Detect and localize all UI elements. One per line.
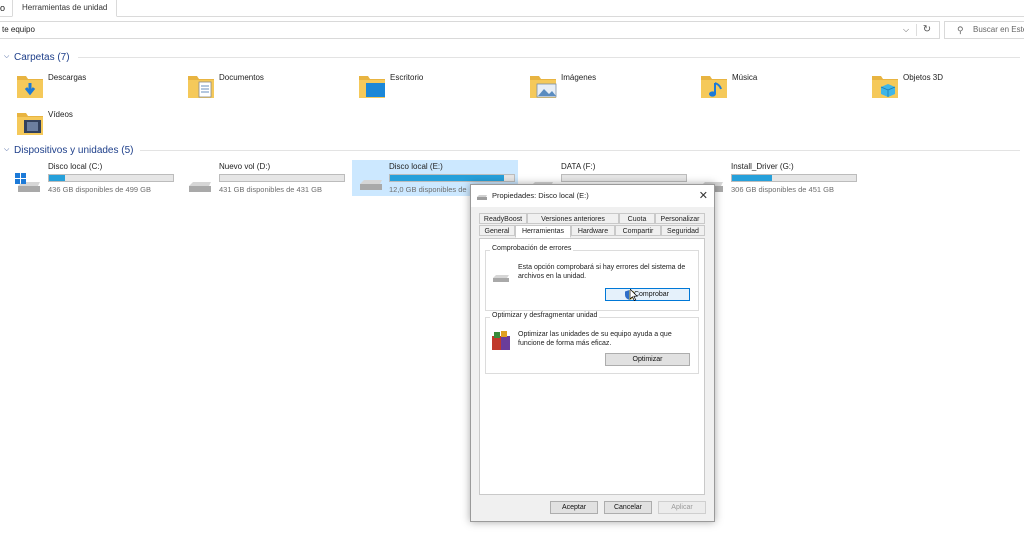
optimizar-button[interactable]: Optimizar	[605, 353, 690, 366]
drive-d[interactable]: Nuevo vol (D:) 431 GB disponibles de 431…	[185, 162, 353, 198]
drive-label: Nuevo vol (D:)	[219, 162, 271, 171]
comprobar-button[interactable]: Comprobar	[605, 288, 690, 301]
drive-c[interactable]: Disco local (C:) 436 GB disponibles de 4…	[14, 162, 182, 198]
videos-folder-icon	[17, 113, 43, 135]
folder-objetos-3d[interactable]: Objetos 3D	[871, 70, 1024, 106]
folder-documentos[interactable]: Documentos	[187, 70, 347, 106]
ribbon-tab-file[interactable]: o	[0, 0, 8, 16]
close-icon[interactable]: ✕	[699, 185, 708, 207]
ribbon-tab-strip: o Herramientas de unidad	[0, 0, 1024, 17]
tab-hardware[interactable]: Hardware	[571, 225, 615, 236]
folder-label: Vídeos	[48, 110, 73, 119]
dialog-titlebar[interactable]: Propiedades: Disco local (E:) ✕	[471, 185, 714, 207]
tab-cuota[interactable]: Cuota	[619, 213, 655, 224]
capacity-fill	[390, 175, 505, 181]
folder-videos[interactable]: Vídeos	[16, 107, 176, 143]
downloads-folder-icon	[17, 76, 43, 98]
collapse-chevron-icon[interactable]: ⌵	[4, 146, 14, 154]
drive-space: 12,0 GB disponibles de	[389, 185, 467, 194]
dialog-title: Propiedades: Disco local (E:)	[492, 191, 589, 200]
hard-drive-icon	[189, 182, 211, 192]
address-path[interactable]: te equipo	[2, 22, 35, 38]
hard-drive-icon	[360, 180, 382, 190]
address-bar[interactable]: te equipo ⌵ ↻	[0, 21, 940, 39]
optimize-text: Optimizar las unidades de su equipo ayud…	[518, 331, 672, 347]
section-divider	[140, 150, 1020, 151]
drive-space: 436 GB disponibles de 499 GB	[48, 185, 151, 194]
drive-space: 431 GB disponibles de 431 GB	[219, 185, 322, 194]
3d-objects-folder-icon	[872, 76, 898, 98]
tab-seguridad[interactable]: Seguridad	[661, 225, 705, 236]
tab-general[interactable]: General	[479, 225, 515, 236]
address-separator	[916, 24, 917, 36]
search-icon: ⚲	[957, 25, 964, 35]
drive-space: 306 GB disponibles de 451 GB	[731, 185, 834, 194]
error-check-text: Esta opción comprobará si hay errores de…	[518, 264, 686, 280]
refresh-icon[interactable]: ↻	[919, 22, 935, 38]
section-divider	[78, 57, 1020, 58]
folders-section-title: Carpetas (7)	[14, 51, 70, 63]
properties-dialog: Propiedades: Disco local (E:) ✕ ReadyBoo…	[470, 184, 715, 522]
capacity-fill	[732, 175, 772, 181]
desktop-folder-icon	[359, 76, 385, 98]
folders-section-header[interactable]: ⌵ Carpetas (7)	[4, 50, 1020, 64]
tab-herramientas[interactable]: Herramientas	[515, 225, 571, 238]
tab-compartir[interactable]: Compartir	[615, 225, 661, 236]
comprobar-label: Comprobar	[633, 291, 669, 298]
error-check-group: Comprobación de errores Esta opción comp…	[485, 245, 699, 311]
address-dropdown-icon[interactable]: ⌵	[899, 22, 913, 38]
folder-label: Descargas	[48, 73, 87, 82]
tab-personalizar[interactable]: Personalizar	[655, 213, 705, 224]
drive-g[interactable]: Install_Driver (G:) 306 GB disponibles d…	[697, 162, 865, 198]
search-box[interactable]: ⚲ Buscar en Este	[944, 21, 1024, 39]
mouse-cursor-icon	[630, 289, 638, 301]
capacity-bar	[561, 174, 687, 182]
pictures-folder-icon	[530, 76, 557, 98]
folder-label: Música	[732, 73, 758, 82]
accept-button[interactable]: Aceptar	[550, 501, 598, 514]
folder-descargas[interactable]: Descargas	[16, 70, 176, 106]
folder-label: Escritorio	[390, 73, 424, 82]
documents-folder-icon	[188, 76, 214, 98]
drive-label: Disco local (E:)	[389, 162, 443, 171]
capacity-bar	[48, 174, 174, 182]
tools-tab-panel: Comprobación de errores Esta opción comp…	[479, 238, 705, 495]
capacity-bar	[219, 174, 345, 182]
tab-readyboost[interactable]: ReadyBoost	[479, 213, 527, 224]
ribbon-tab-drive-tools[interactable]: Herramientas de unidad	[12, 0, 118, 17]
error-check-label: Comprobación de errores	[490, 245, 574, 252]
drive-label: Disco local (C:)	[48, 162, 103, 171]
apply-button[interactable]: Aplicar	[658, 501, 706, 514]
folder-imagenes[interactable]: Imágenes	[529, 70, 689, 106]
drives-section-title: Dispositivos y unidades (5)	[14, 144, 134, 156]
tab-versiones-anteriores[interactable]: Versiones anteriores	[527, 213, 619, 224]
collapse-chevron-icon[interactable]: ⌵	[4, 53, 14, 61]
capacity-bar	[389, 174, 515, 182]
folder-label: Objetos 3D	[903, 73, 944, 82]
drive-icon	[477, 195, 487, 200]
drives-section-header[interactable]: ⌵ Dispositivos y unidades (5)	[4, 143, 1020, 157]
defrag-icon	[492, 331, 510, 350]
capacity-bar	[731, 174, 857, 182]
folder-label: Documentos	[219, 73, 264, 82]
folder-musica[interactable]: Música	[700, 70, 860, 106]
drive-icon	[493, 275, 509, 282]
search-placeholder[interactable]: Buscar en Este	[973, 22, 1024, 38]
windows-drive-icon	[15, 173, 40, 192]
capacity-fill	[49, 175, 66, 181]
drive-label: DATA (F:)	[561, 162, 596, 171]
cancel-button[interactable]: Cancelar	[604, 501, 652, 514]
drive-label: Install_Driver (G:)	[731, 162, 794, 171]
optimize-label: Optimizar y desfragmentar unidad	[490, 312, 600, 319]
folder-label: Imágenes	[561, 73, 597, 82]
folder-escritorio[interactable]: Escritorio	[358, 70, 518, 106]
music-folder-icon	[701, 76, 727, 98]
optimize-group: Optimizar y desfragmentar unidad Optimiz…	[485, 312, 699, 374]
